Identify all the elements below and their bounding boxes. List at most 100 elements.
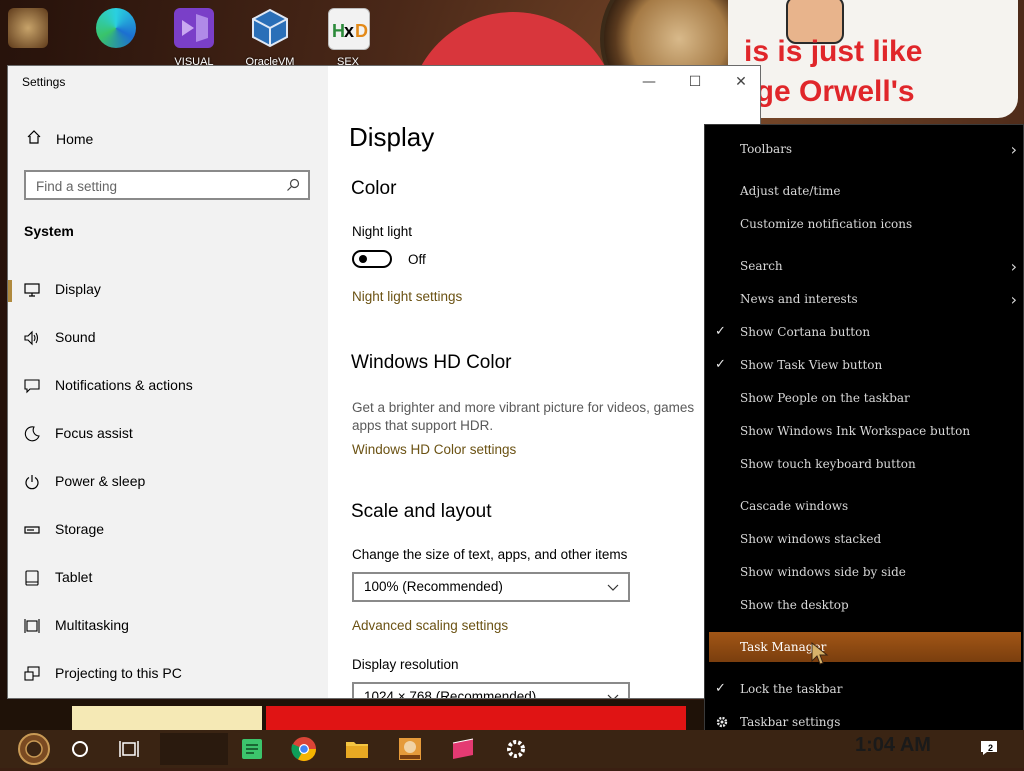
- sidebar-item-power-sleep[interactable]: Power & sleep: [8, 464, 328, 500]
- menu-item-side-by-side[interactable]: Show windows side by side: [705, 557, 1023, 587]
- taskbar-app-settings[interactable]: [502, 735, 530, 763]
- chevron-down-icon: [607, 694, 619, 698]
- taskbar-search-box[interactable]: [160, 733, 228, 765]
- menu-item-customize-notification-icons[interactable]: Customize notification icons: [705, 209, 1023, 239]
- menu-item-show-desktop[interactable]: Show the desktop: [705, 590, 1023, 620]
- meme-text-line1: is is just like: [744, 35, 923, 68]
- page-title: Display: [349, 122, 435, 152]
- toggle-knob: [359, 255, 367, 263]
- sidebar-item-projecting[interactable]: Projecting to this PC: [8, 656, 328, 692]
- taskbar-app-chrome[interactable]: [290, 735, 318, 763]
- sidebar-item-storage[interactable]: Storage: [8, 512, 328, 548]
- monitor-icon: [24, 283, 40, 297]
- hxd-icon: HxD: [328, 8, 370, 50]
- menu-item-label: Show Cortana button: [740, 325, 871, 339]
- storage-icon: [24, 526, 40, 534]
- menu-item-label: Lock the taskbar: [740, 682, 843, 696]
- multitasking-icon: [24, 619, 40, 633]
- menu-item-search[interactable]: Search ›: [705, 251, 1023, 281]
- sidebar-item-label: Sound: [55, 329, 96, 345]
- night-light-toggle[interactable]: [352, 250, 392, 268]
- menu-item-label: Show windows side by side: [740, 565, 906, 579]
- menu-item-label: Show windows stacked: [740, 532, 882, 546]
- menu-item-label: Show Task View button: [740, 358, 883, 372]
- menu-item-label: Taskbar settings: [740, 715, 841, 729]
- scale-label: Change the size of text, apps, and other…: [352, 547, 628, 562]
- chevron-right-icon: ›: [1010, 257, 1017, 276]
- menu-item-show-touch-keyboard[interactable]: Show touch keyboard button: [705, 449, 1023, 479]
- steampunk-icon: [8, 8, 48, 48]
- virtualbox-icon: [250, 8, 290, 48]
- maximize-button[interactable]: ☐: [672, 66, 718, 98]
- menu-item-show-stacked[interactable]: Show windows stacked: [705, 524, 1023, 554]
- chevron-right-icon: ›: [1010, 140, 1017, 159]
- taskbar-app-file-explorer[interactable]: [343, 735, 371, 763]
- desktop-icon-virtualbox[interactable]: OracleVM: [242, 4, 298, 68]
- desktop-icon-edge[interactable]: [88, 4, 144, 64]
- menu-item-adjust-datetime[interactable]: Adjust date/time: [705, 176, 1023, 206]
- sidebar-item-label: Storage: [55, 521, 105, 537]
- taskbar-context-menu: Toolbars › Adjust date/time Customize no…: [704, 124, 1024, 746]
- hd-color-section-title: Windows HD Color: [351, 352, 512, 373]
- meme-text-line2: rge Orwell's: [744, 75, 915, 108]
- moon-icon: [24, 426, 40, 442]
- notification-center-icon[interactable]: 2: [980, 740, 998, 756]
- advanced-scaling-link[interactable]: Advanced scaling settings: [352, 618, 508, 633]
- chevron-right-icon: ›: [1010, 290, 1017, 309]
- desktop-icon-hxd[interactable]: HxD SEX: [320, 4, 376, 68]
- window-title: Settings: [22, 75, 66, 89]
- sidebar-item-display[interactable]: Display: [8, 272, 328, 308]
- menu-item-lock-taskbar[interactable]: ✓ Lock the taskbar: [705, 674, 1023, 704]
- wallpaper-red-panel: [266, 706, 686, 732]
- home-link[interactable]: Home: [8, 126, 328, 152]
- menu-item-news-interests[interactable]: News and interests ›: [705, 284, 1023, 314]
- selection-indicator: [8, 280, 12, 302]
- scale-dropdown-value: 100% (Recommended): [364, 579, 503, 594]
- taskbar-app-pink[interactable]: [449, 735, 477, 763]
- settings-sidebar: Settings Home System Display Sound Notif…: [8, 66, 328, 698]
- menu-item-label: Search: [740, 259, 783, 273]
- wallpaper-meme: is is just like rge Orwell's: [728, 0, 1018, 118]
- resolution-dropdown[interactable]: 1024 × 768 (Recommended): [352, 682, 630, 698]
- color-section-title: Color: [351, 178, 397, 199]
- search-input[interactable]: [34, 176, 278, 196]
- menu-item-task-manager[interactable]: Task Manager: [709, 632, 1021, 662]
- search-icon: [287, 178, 300, 191]
- menu-item-show-cortana[interactable]: ✓ Show Cortana button: [705, 317, 1023, 347]
- menu-item-cascade-windows[interactable]: Cascade windows: [705, 491, 1023, 521]
- menu-item-show-people[interactable]: Show People on the taskbar: [705, 383, 1023, 413]
- desktop-icon-steampunk[interactable]: [0, 4, 56, 64]
- menu-item-label: News and interests: [740, 292, 858, 306]
- sidebar-item-multitasking[interactable]: Multitasking: [8, 608, 328, 644]
- svg-text:D: D: [355, 21, 368, 41]
- cortana-icon[interactable]: [70, 739, 90, 759]
- scale-dropdown[interactable]: 100% (Recommended): [352, 572, 630, 602]
- task-view-icon[interactable]: [118, 739, 140, 759]
- taskbar-app-game[interactable]: [396, 735, 424, 763]
- taskbar-app-sticky-notes[interactable]: [238, 735, 266, 763]
- hd-color-settings-link[interactable]: Windows HD Color settings: [352, 442, 516, 457]
- sidebar-item-sound[interactable]: Sound: [8, 320, 328, 356]
- start-button[interactable]: [10, 731, 58, 767]
- tablet-icon: [25, 570, 39, 586]
- minimize-button[interactable]: —: [626, 66, 672, 98]
- sidebar-item-notifications[interactable]: Notifications & actions: [8, 368, 328, 404]
- power-icon: [25, 475, 39, 490]
- menu-item-label: Show touch keyboard button: [740, 457, 916, 471]
- night-light-settings-link[interactable]: Night light settings: [352, 289, 462, 304]
- visual-studio-icon: [174, 8, 214, 48]
- svg-text:x: x: [344, 21, 354, 41]
- find-setting-search[interactable]: [24, 170, 310, 200]
- menu-item-show-ink-workspace[interactable]: Show Windows Ink Workspace button: [705, 416, 1023, 446]
- taskbar-clock[interactable]: 1:04 AM: [855, 734, 931, 757]
- sidebar-item-focus-assist[interactable]: Focus assist: [8, 416, 328, 452]
- desktop-icon-visual-studio[interactable]: VISUAL: [166, 4, 222, 68]
- close-button[interactable]: ✕: [718, 66, 760, 98]
- menu-item-toolbars[interactable]: Toolbars ›: [705, 134, 1023, 164]
- resolution-dropdown-value: 1024 × 768 (Recommended): [364, 689, 537, 698]
- sidebar-item-tablet[interactable]: Tablet: [8, 560, 328, 596]
- sidebar-item-label: Power & sleep: [55, 473, 146, 489]
- home-link-label: Home: [56, 131, 94, 147]
- menu-item-show-task-view[interactable]: ✓ Show Task View button: [705, 350, 1023, 380]
- sidebar-item-label: Focus assist: [55, 425, 133, 441]
